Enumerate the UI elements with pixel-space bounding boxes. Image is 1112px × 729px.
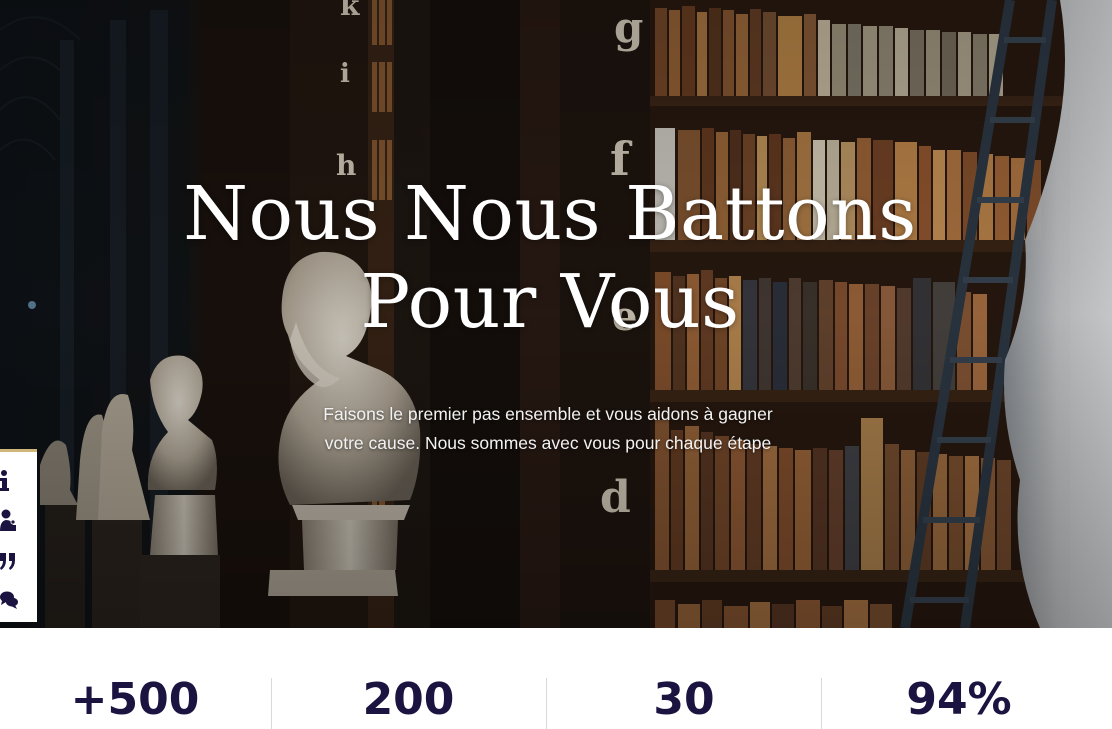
hero-title: Nous Nous Battons Pour Vous (150, 170, 950, 346)
side-button-contact[interactable] (0, 582, 37, 618)
hero-subtitle: Faisons le premier pas ensemble et vous … (272, 400, 824, 458)
comments-icon (0, 590, 18, 610)
stat-divider (821, 678, 822, 729)
side-button-info[interactable] (0, 462, 37, 498)
stat-item: 94% (822, 628, 1096, 729)
hero-subtitle-line-2: votre cause. Nous sommes avec vous pour … (324, 433, 772, 453)
hero-subtitle-line-1: Faisons le premier pas ensemble et vous … (323, 404, 773, 424)
stat-item: +500 (0, 628, 270, 729)
stat-divider (271, 678, 272, 729)
stat-divider (546, 678, 547, 729)
stats-section: +500 200 30 94% (0, 628, 1112, 729)
hero-content: Nous Nous Battons Pour Vous Faisons le p… (0, 0, 1112, 628)
stat-value: 200 (362, 674, 455, 725)
stat-value: 94% (906, 674, 1012, 725)
stat-value: +500 (70, 674, 200, 725)
info-icon (0, 468, 14, 492)
side-toolbar (0, 449, 37, 622)
hero-title-line-1: Nous Nous Battons (183, 171, 917, 257)
stat-value: 30 (653, 674, 715, 725)
stat-item: 200 (271, 628, 546, 729)
hero-section: k i h g f e d Nous Nous Battons Pour Vou… (0, 0, 1112, 628)
side-button-testimonials[interactable] (0, 542, 37, 578)
hero-title-line-2: Pour Vous (360, 259, 740, 345)
side-button-team[interactable] (0, 502, 37, 538)
team-icon (0, 509, 16, 531)
stat-item: 30 (547, 628, 821, 729)
quote-icon (0, 549, 16, 571)
